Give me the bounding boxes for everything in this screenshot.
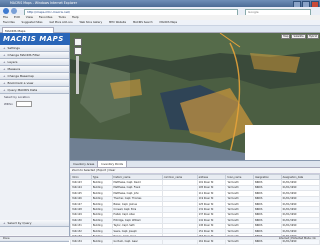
satellite-toggle[interactable]: Satellite [291, 34, 306, 39]
status-bar: Done Internet | Protected Mode: On [0, 236, 320, 240]
back-button[interactable] [3, 8, 9, 14]
tab-bar: MACRIS Maps [0, 26, 320, 34]
favorite-link[interactable]: Favorites [3, 21, 15, 24]
left-panel: Settings Change MACRIS Filter Layers Mea… [0, 45, 70, 242]
favorite-link[interactable]: MHC Website [109, 21, 126, 24]
distance-input[interactable] [15, 101, 32, 107]
satellite-map [70, 33, 320, 160]
forward-button[interactable] [11, 8, 17, 14]
panel-spacer [0, 227, 69, 235]
section-layers[interactable]: Layers [0, 59, 69, 66]
favorite-link[interactable]: MACRIS Search [133, 21, 153, 24]
zoom-out-button[interactable] [74, 47, 82, 55]
section-settings[interactable]: Settings [0, 45, 69, 52]
results-grid-panel: Inventory Areas Inventory Points Zoom to… [70, 160, 320, 245]
zoom-control [74, 38, 82, 96]
grid-tabs: Inventory Areas Inventory Points [70, 161, 320, 168]
menu-favorites[interactable]: Favorites [39, 15, 53, 19]
menu-view[interactable]: View [26, 15, 33, 19]
results-table: mhcn Type historic_name common_name address t… [70, 173, 320, 245]
menu-edit[interactable]: Edit [14, 15, 20, 19]
zoom-slider[interactable] [75, 56, 79, 94]
hybrid-toggle[interactable]: Hybrid [306, 34, 319, 39]
section-filter[interactable]: Change MACRIS Filter [0, 52, 69, 59]
address-bar-row: http://maps.mhc-macris.net/ Google [0, 7, 320, 16]
section-bookmark[interactable]: Bookmark a view [0, 80, 69, 87]
section-select-query[interactable]: Select by Query [0, 219, 69, 227]
map-type-toggles: Map Satellite Hybrid [281, 34, 319, 39]
window-title: MACRIS Maps - Windows Internet Explorer [10, 1, 78, 5]
tab-inventory-points[interactable]: Inventory Points [98, 161, 128, 167]
tab-inventory-areas[interactable]: Inventory Areas [70, 161, 99, 167]
menu-tools[interactable]: Tools [58, 15, 65, 19]
favorite-link[interactable]: Suggested Sites [22, 21, 43, 24]
within-label: Within [4, 101, 13, 106]
zoom-in-button[interactable] [74, 38, 82, 46]
window-title-bar: MACRIS Maps - Windows Internet Explorer [0, 0, 320, 7]
favorite-link[interactable]: Web Slice Gallery [79, 21, 102, 24]
section-measure[interactable]: Measure [0, 66, 69, 73]
menu-file[interactable]: File [3, 15, 8, 19]
favorite-link[interactable]: MACRIS Maps [160, 21, 178, 24]
app-logo: MACRIS MAPS [0, 33, 70, 45]
table-body: YAR.123 Building Matthews, Capt. David 101 … [70, 179, 320, 245]
map-toggle[interactable]: Map [281, 34, 291, 39]
panel-spacer [0, 108, 69, 220]
zone-status: Internet | Protected Mode: On [278, 237, 316, 240]
menu-help[interactable]: Help [72, 15, 79, 19]
section-basemap[interactable]: Change Basemap [0, 73, 69, 80]
map-canvas[interactable] [70, 33, 320, 160]
favorite-link[interactable]: Get More Add-ons [49, 21, 72, 24]
query-options: Within [0, 100, 69, 108]
section-query[interactable]: Query MACRIS Data [0, 87, 69, 94]
